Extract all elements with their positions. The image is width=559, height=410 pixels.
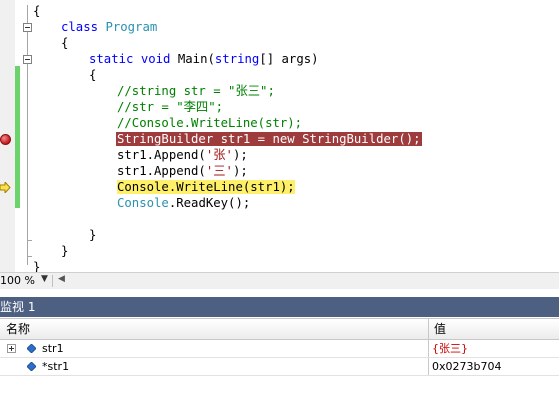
code-line[interactable]: //string str = "张三"; xyxy=(117,83,275,99)
execution-arrow-icon xyxy=(0,182,11,193)
code-text: Main( xyxy=(177,52,215,66)
watch-name[interactable]: *str1 xyxy=(42,358,69,375)
code-text: { xyxy=(89,68,97,82)
collapse-class-icon[interactable] xyxy=(23,23,32,32)
comment: //str = "李四"; xyxy=(117,100,224,114)
outline-end-marker xyxy=(27,240,32,241)
code-line[interactable]: class Program xyxy=(61,19,157,35)
code-text: ); xyxy=(232,148,248,162)
code-text: { xyxy=(33,4,41,18)
code-text: } xyxy=(61,244,69,258)
watch-window: 监视 1 名称 值 str1 {张三} *str1 0x0273b704 xyxy=(0,290,559,410)
comment: //string str = "张三"; xyxy=(117,84,275,98)
divider xyxy=(52,275,53,287)
column-header-name[interactable]: 名称 xyxy=(6,319,30,339)
code-line[interactable]: } xyxy=(33,259,40,272)
code-text: str1.Append( xyxy=(117,148,206,162)
code-line[interactable]: str1.Append('三'); xyxy=(117,163,248,179)
watch-column-header: 名称 值 xyxy=(0,318,559,340)
code-text: str1.Append( xyxy=(117,164,206,178)
column-divider[interactable] xyxy=(428,319,429,339)
column-divider xyxy=(428,340,429,357)
collapse-method-icon[interactable] xyxy=(23,55,32,64)
code-text: } xyxy=(89,228,97,242)
code-text: } xyxy=(33,260,41,272)
change-tracking-bar xyxy=(15,66,20,208)
column-divider xyxy=(428,358,429,375)
watch-title: 监视 1 xyxy=(0,300,36,314)
code-line[interactable]: //Console.WriteLine(str); xyxy=(117,115,302,131)
watch-name[interactable]: str1 xyxy=(42,340,64,357)
breakpoint-highlight: StringBuilder str1 = new StringBuilder()… xyxy=(116,132,422,146)
breakpoint-icon[interactable] xyxy=(0,134,11,145)
code-editor[interactable]: { class Program { static void Main(strin… xyxy=(0,0,559,272)
watch-value[interactable]: 0x0273b704 xyxy=(432,358,501,375)
code-text: ); xyxy=(232,164,248,178)
keyword: string xyxy=(214,52,260,66)
code-line[interactable]: } xyxy=(89,227,96,243)
watch-row[interactable]: str1 {张三} xyxy=(0,340,559,358)
code-line[interactable]: { xyxy=(89,67,96,83)
outline-line xyxy=(27,5,28,265)
code-line-breakpoint[interactable]: StringBuilder str1 = new StringBuilder()… xyxy=(116,131,422,147)
outline-end-marker xyxy=(27,256,32,257)
code-line[interactable]: //str = "李四"; xyxy=(117,99,223,115)
scroll-left-icon[interactable]: ◀ xyxy=(58,274,65,284)
string-literal: '三' xyxy=(205,164,233,178)
keyword: void xyxy=(140,52,171,66)
variable-icon xyxy=(27,344,36,353)
zoom-bar: 100 % ▼ ◀ xyxy=(0,272,559,289)
variable-icon xyxy=(27,362,36,371)
code-text: { xyxy=(61,36,69,50)
expand-icon[interactable] xyxy=(7,344,16,353)
code-line[interactable]: str1.Append('张'); xyxy=(117,147,248,163)
column-header-value[interactable]: 值 xyxy=(434,319,446,339)
watch-title-bar[interactable]: 监视 1 xyxy=(0,297,559,317)
code-text: [] args) xyxy=(259,52,319,66)
code-line-current[interactable]: Console.WriteLine(str1); xyxy=(117,179,295,195)
type-name: Program xyxy=(105,20,158,34)
keyword: class xyxy=(61,20,99,34)
zoom-dropdown-icon[interactable]: ▼ xyxy=(41,274,48,284)
zoom-level[interactable]: 100 % xyxy=(0,274,35,287)
code-line[interactable]: static void Main(string[] args) xyxy=(89,51,319,67)
code-line[interactable]: { xyxy=(61,35,68,51)
string-literal: '张' xyxy=(205,148,233,162)
code-line[interactable]: Console.ReadKey(); xyxy=(117,195,250,211)
watch-row[interactable]: *str1 0x0273b704 xyxy=(0,358,559,376)
code-line[interactable]: } xyxy=(61,243,68,259)
current-statement-highlight: Console.WriteLine(str1); xyxy=(117,180,295,194)
code-text: .ReadKey(); xyxy=(168,196,251,210)
code-line[interactable]: { xyxy=(33,3,40,19)
keyword: static xyxy=(89,52,134,66)
type-name: Console xyxy=(117,196,169,210)
comment: //Console.WriteLine(str); xyxy=(117,116,303,130)
watch-value[interactable]: {张三} xyxy=(432,340,468,357)
